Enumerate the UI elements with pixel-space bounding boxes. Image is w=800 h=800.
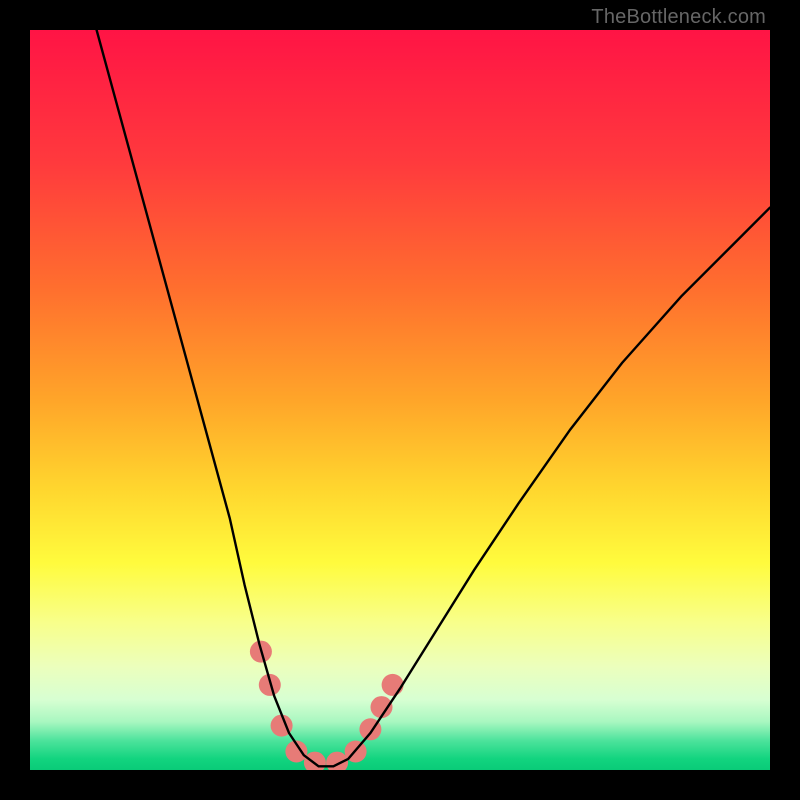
plot-area bbox=[30, 30, 770, 770]
chart-frame: TheBottleneck.com bbox=[0, 0, 800, 800]
marker-beads-group bbox=[250, 641, 404, 770]
bottleneck-curve bbox=[97, 30, 770, 766]
marker-bead bbox=[382, 674, 404, 696]
watermark-text: TheBottleneck.com bbox=[591, 6, 766, 29]
curve-layer bbox=[30, 30, 770, 770]
